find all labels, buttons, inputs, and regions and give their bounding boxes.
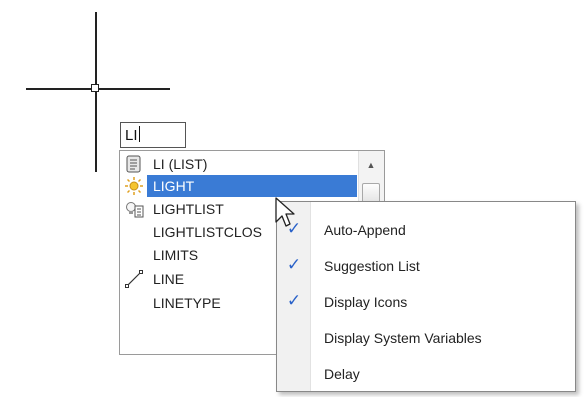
sun-light-icon <box>124 177 144 195</box>
suggestion-label: LIGHT <box>153 178 195 194</box>
menu-item-display-icons[interactable]: ✓ Display Icons <box>277 284 575 320</box>
checkmark-icon: ✓ <box>286 291 302 311</box>
checkmark-icon: ✓ <box>286 255 302 275</box>
suggestion-label: LINE <box>153 271 185 287</box>
menu-item-label: Display System Variables <box>324 330 482 346</box>
command-input[interactable]: LI <box>120 122 186 148</box>
line-icon <box>124 270 144 288</box>
suggestion-label: LINETYPE <box>153 295 221 311</box>
suggestion-label: LIGHTLIST <box>153 201 224 217</box>
menu-item-display-system-variables[interactable]: Display System Variables <box>277 320 575 356</box>
suggestion-label: LIGHTLISTCLOS <box>153 224 262 240</box>
menu-item-label: Suggestion List <box>324 258 420 274</box>
menu-item-label: Auto-Append <box>324 222 406 238</box>
scroll-up-arrow-icon[interactable]: ▲ <box>363 159 379 171</box>
suggestion-label: LI (LIST) <box>153 156 208 172</box>
mouse-pointer-icon <box>275 197 295 227</box>
suggestion-label: LIMITS <box>153 247 199 263</box>
command-input-text: LI <box>125 127 138 144</box>
checkmark-icon <box>285 327 303 347</box>
menu-item-delay[interactable]: Delay <box>277 356 575 392</box>
menu-item-auto-append[interactable]: ✓ Auto-Append <box>277 212 575 248</box>
menu-item-label: Delay <box>324 366 360 382</box>
lightlist-icon <box>124 200 144 218</box>
crosshair-pickbox <box>91 84 99 92</box>
checkmark-icon <box>285 363 303 383</box>
autocomplete-settings-context-menu: ✓ Auto-Append ✓ Suggestion List ✓ Displa… <box>276 201 576 392</box>
suggestion-item-light[interactable]: LIGHT <box>120 175 358 197</box>
menu-item-label: Display Icons <box>324 294 408 310</box>
list-scroll-icon <box>124 155 144 173</box>
text-caret <box>138 126 140 142</box>
crosshair-vertical-line <box>95 12 97 172</box>
suggestion-item-li-list[interactable]: LI (LIST) <box>120 153 358 175</box>
menu-item-suggestion-list[interactable]: ✓ Suggestion List <box>277 248 575 284</box>
